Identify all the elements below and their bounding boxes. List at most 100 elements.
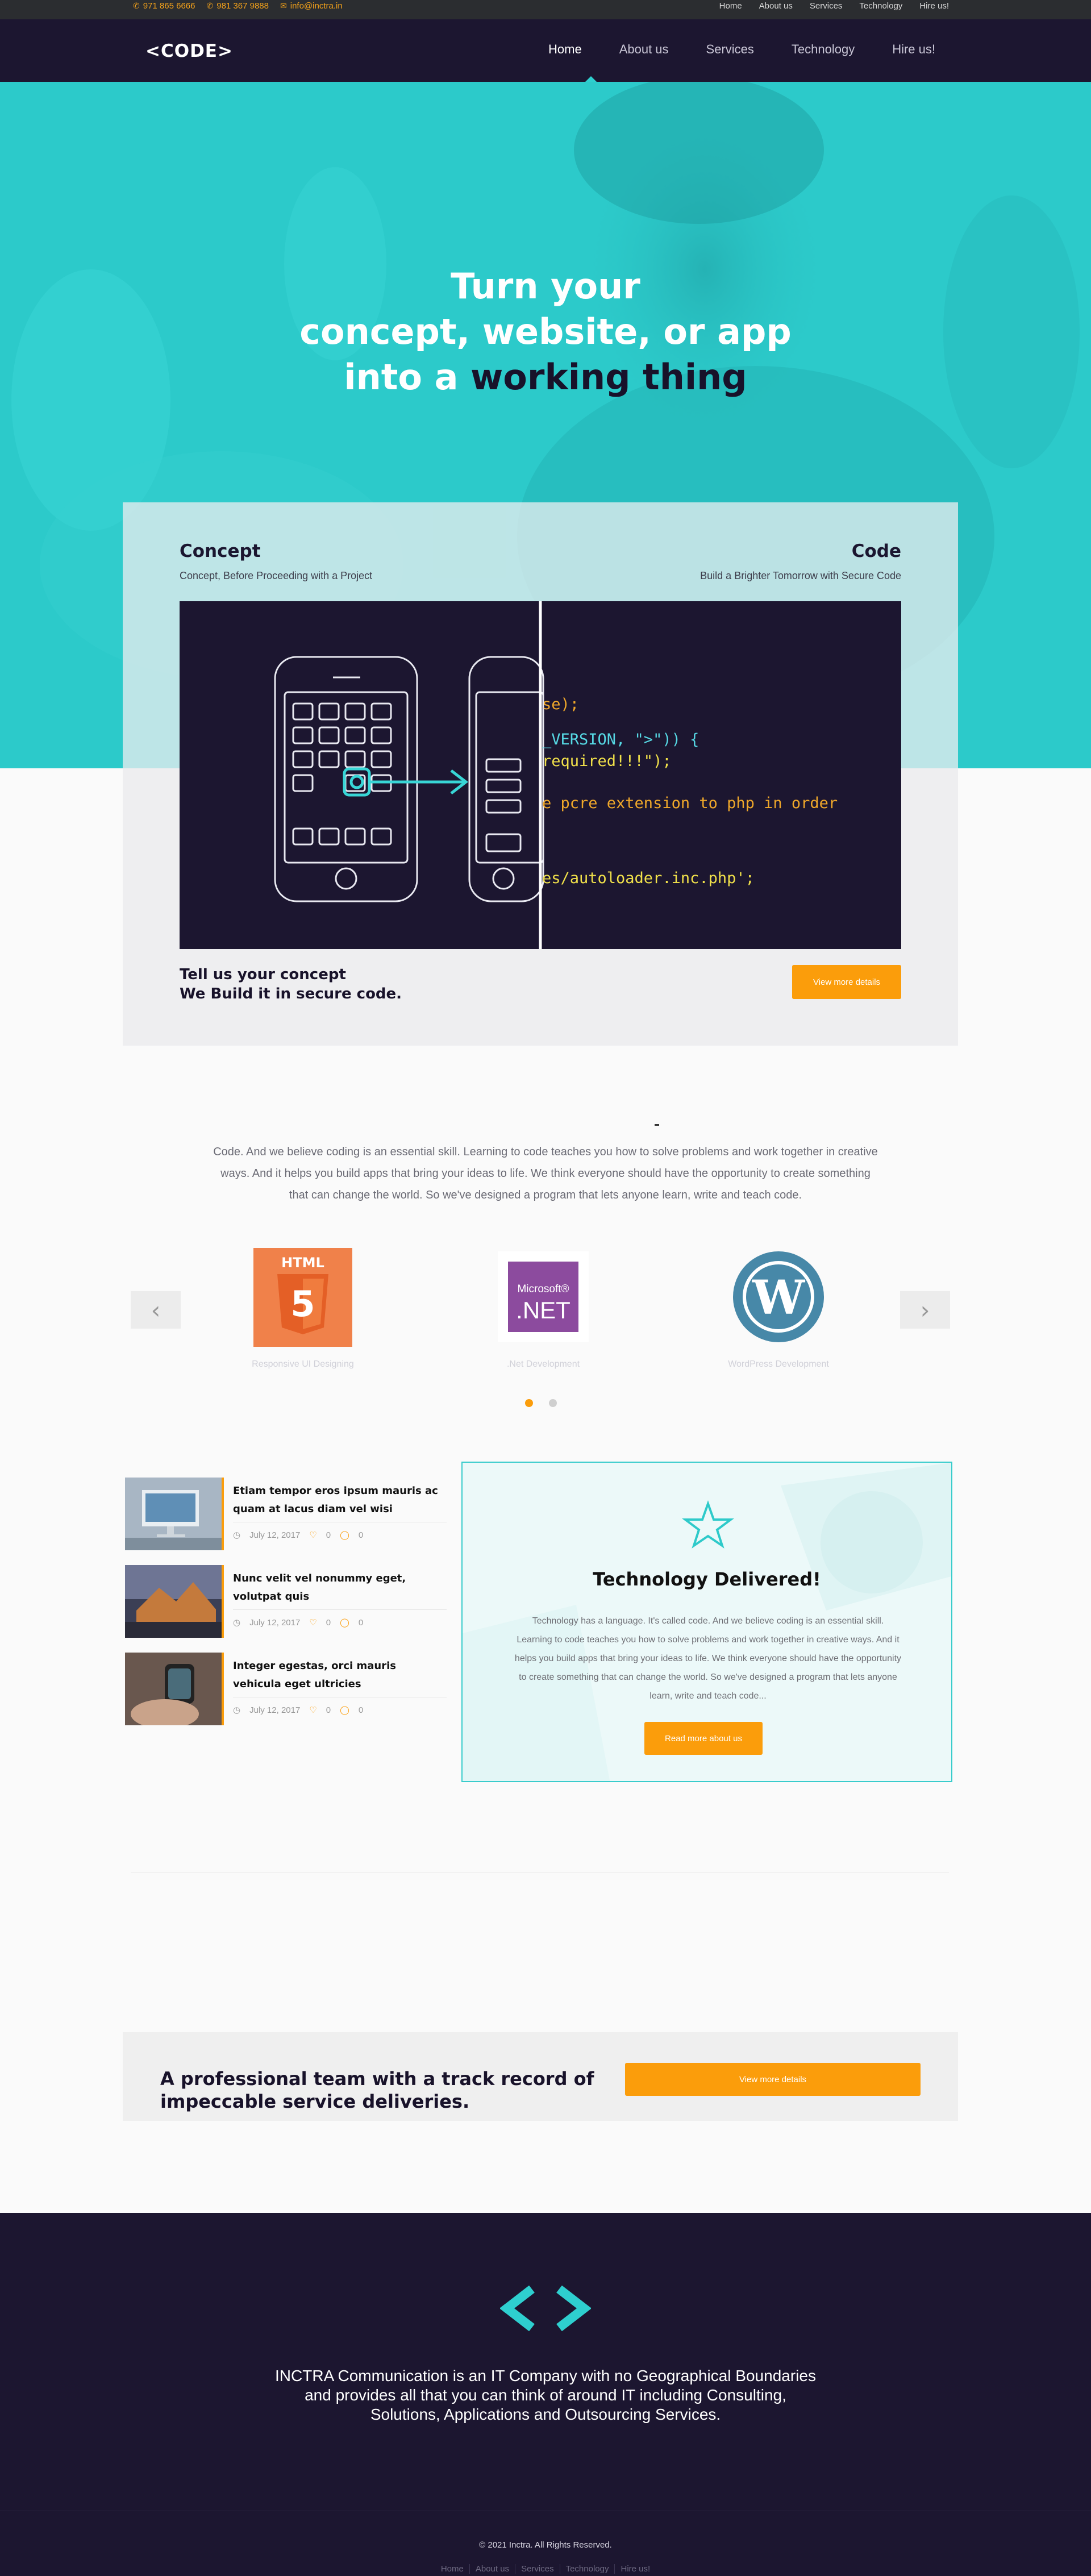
clock-icon: ◷	[233, 1530, 241, 1540]
caption-html: Responsive UI Designing	[252, 1359, 354, 1369]
svg-text:HTML: HTML	[281, 1255, 324, 1271]
email-link[interactable]: ✉ info@inctra.in	[280, 1, 343, 11]
dotnet-logo-icon: Microsoft® .NET	[498, 1251, 589, 1342]
site-footer: INCTRA Communication is an IT Company wi…	[0, 2213, 1091, 2576]
post-thumbnail[interactable]	[125, 1478, 224, 1550]
post-title[interactable]: Integer egestas, orci mauris vehicula eg…	[233, 1657, 447, 1693]
heart-icon[interactable]: ♡	[309, 1705, 317, 1715]
email-text: info@inctra.in	[290, 1, 343, 11]
top-links: Home About us Services Technology Hire u…	[719, 0, 949, 11]
carousel-item-wordpress[interactable]: W WordPress Development	[693, 1248, 864, 1369]
post-comments: 0	[358, 1530, 364, 1540]
phone-1-text: 971 865 6666	[143, 1, 195, 11]
callout-line-2: We Build it in secure code.	[180, 985, 402, 1002]
post-comments: 0	[358, 1705, 364, 1715]
phone-sketch-illustration: se); _VERSION, ">")) { required!!!"); e …	[274, 601, 838, 949]
technology-text: Technology has a language. It's called c…	[514, 1616, 902, 1701]
mail-icon: ✉	[280, 1, 287, 10]
carousel-prev-button[interactable]: ‹	[131, 1291, 181, 1329]
post-meta: ◷ July 12, 2017 ♡ 0 ◯ 0	[233, 1705, 364, 1716]
comment-icon[interactable]: ◯	[340, 1530, 349, 1540]
nav-technology[interactable]: Technology	[792, 42, 855, 57]
phone-2[interactable]: ✆ 981 367 9888	[207, 1, 269, 11]
post-likes: 0	[326, 1617, 331, 1628]
footer-links: Home About us Services Technology Hire u…	[0, 2564, 1091, 2574]
footer-link-technology[interactable]: Technology	[560, 2564, 615, 2574]
post-title[interactable]: Nunc velit vel nonummy eget, volutpat qu…	[233, 1570, 447, 1606]
post-divider	[233, 1609, 447, 1610]
phone-1[interactable]: ✆ 971 865 6666	[133, 1, 195, 11]
comment-icon[interactable]: ◯	[340, 1705, 349, 1715]
post-date: July 12, 2017	[249, 1530, 301, 1540]
technology-delivered-panel: Technology Delivered! Technology has a l…	[461, 1462, 952, 1782]
phone-icon: ✆	[133, 1, 140, 10]
intro-paragraph: Code. And we believe coding is an essent…	[213, 1146, 878, 1201]
post-meta: ◷ July 12, 2017 ♡ 0 ◯ 0	[233, 1617, 363, 1628]
hero-title: Turn your concept, website, or app into …	[0, 264, 1091, 400]
footer-link-hire[interactable]: Hire us!	[615, 2564, 656, 2574]
toplink-technology[interactable]: Technology	[859, 1, 902, 11]
concept-callout: Tell us your concept We Build it in secu…	[180, 965, 402, 1004]
post-date: July 12, 2017	[249, 1617, 301, 1628]
carousel-pagination	[525, 1399, 557, 1407]
pro-line-2: impeccable service deliveries.	[160, 2091, 470, 2112]
footer-link-services[interactable]: Services	[515, 2564, 560, 2574]
post-item[interactable]: Integer egestas, orci mauris vehicula eg…	[125, 1653, 447, 1725]
concept-title: Concept	[180, 541, 261, 561]
heart-icon[interactable]: ♡	[309, 1617, 317, 1628]
footer-about-line-2: and provides all that you can think of a…	[305, 2386, 786, 2404]
footer-about: INCTRA Communication is an IT Company wi…	[0, 2366, 1091, 2424]
carousel-dot-1[interactable]	[525, 1399, 533, 1407]
nav-hire[interactable]: Hire us!	[892, 42, 935, 57]
footer-about-line-3: Solutions, Applications and Outsourcing …	[370, 2406, 721, 2423]
heart-icon[interactable]: ♡	[309, 1530, 317, 1540]
footer-link-about[interactable]: About us	[470, 2564, 516, 2574]
post-likes: 0	[326, 1530, 331, 1540]
pro-view-more-button[interactable]: View more details	[625, 2063, 921, 2096]
post-thumbnail[interactable]	[125, 1565, 224, 1638]
post-item[interactable]: Etiam tempor eros ipsum mauris ac quam a…	[125, 1478, 447, 1550]
carousel-item-dotnet[interactable]: Microsoft® .NET .Net Development	[458, 1248, 628, 1369]
code-line-4: e pcre extension to php in order	[542, 794, 838, 812]
carousel-item-html[interactable]: HTML 5 Responsive UI Designing	[218, 1248, 388, 1369]
post-comments: 0	[358, 1617, 364, 1628]
caption-wordpress: WordPress Development	[728, 1359, 829, 1369]
code-line-2: _VERSION, ">")) {	[542, 731, 699, 748]
hero-line-1: Turn your	[451, 265, 640, 307]
svg-text:.NET: .NET	[516, 1297, 571, 1324]
nav-about[interactable]: About us	[619, 42, 669, 57]
post-thumbnail[interactable]	[125, 1653, 224, 1725]
professional-team-text: A professional team with a track record …	[160, 2067, 594, 2113]
footer-link-home[interactable]: Home	[435, 2564, 470, 2574]
star-icon	[682, 1500, 734, 1549]
active-nav-caret	[585, 76, 597, 82]
svg-text:5: 5	[290, 1283, 315, 1325]
post-title[interactable]: Etiam tempor eros ipsum mauris ac quam a…	[233, 1482, 447, 1518]
code-line-3: required!!!");	[542, 752, 672, 770]
html5-logo-icon: HTML 5	[253, 1248, 352, 1347]
toplink-home[interactable]: Home	[719, 1, 742, 11]
view-more-details-button[interactable]: View more details	[792, 965, 901, 999]
phone-2-text: 981 367 9888	[216, 1, 269, 11]
code-title: Code	[851, 541, 901, 561]
comment-icon[interactable]: ◯	[340, 1617, 349, 1628]
toplink-about[interactable]: About us	[759, 1, 793, 11]
carousel-next-button[interactable]: ›	[900, 1291, 950, 1329]
nav-services[interactable]: Services	[706, 42, 754, 57]
nav-home[interactable]: Home	[548, 42, 582, 57]
toplink-hire[interactable]: Hire us!	[919, 1, 949, 11]
svg-text:Microsoft®: Microsoft®	[517, 1283, 569, 1295]
post-item[interactable]: Nunc velit vel nonummy eget, volutpat qu…	[125, 1565, 447, 1638]
toplink-services[interactable]: Services	[810, 1, 843, 11]
read-more-button[interactable]: Read more about us	[644, 1722, 763, 1755]
wordpress-logo-icon: W	[733, 1251, 824, 1342]
section-divider-dash	[655, 1124, 659, 1126]
concept-code-image: se); _VERSION, ">")) { required!!!"); e …	[180, 601, 901, 949]
code-line-1: se);	[542, 696, 579, 713]
site-logo[interactable]: <CODE>	[145, 41, 233, 61]
hero-line-2: concept, website, or app	[299, 311, 792, 352]
top-bar: ✆ 971 865 6666 ✆ 981 367 9888 ✉ info@inctra…	[0, 0, 1091, 19]
footer-about-line-1: INCTRA Communication is an IT Company wi…	[275, 2367, 816, 2384]
phone-icon: ✆	[206, 1, 214, 10]
carousel-dot-2[interactable]	[549, 1399, 557, 1407]
